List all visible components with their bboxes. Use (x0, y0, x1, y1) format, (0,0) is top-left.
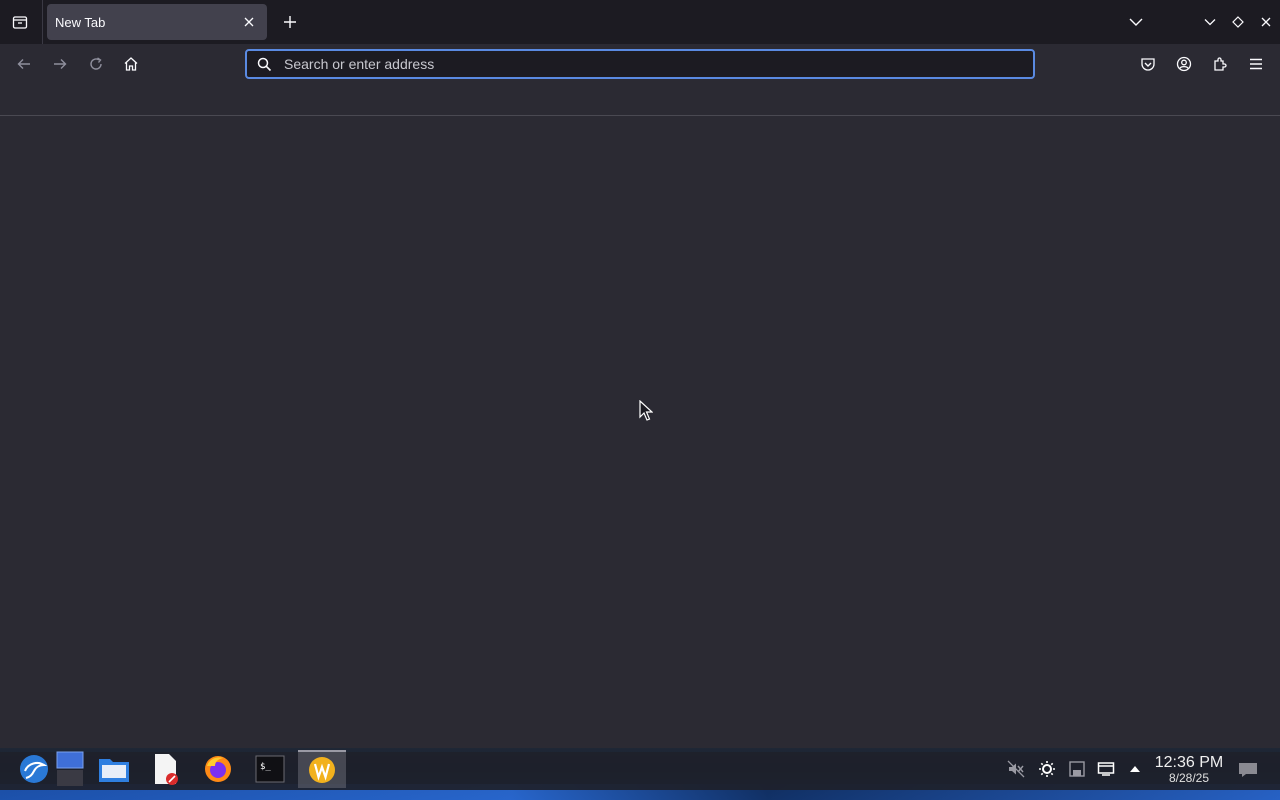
network-button[interactable] (1095, 758, 1117, 780)
terminal-icon: $_ (255, 755, 285, 783)
taskbar: $_ 12:36 PM 8/28/25 (0, 748, 1280, 800)
tray-expand-button[interactable] (1124, 758, 1146, 780)
diamond-icon (1232, 16, 1244, 28)
network-wired-icon (1097, 762, 1115, 776)
plus-icon (284, 16, 296, 28)
close-window-button[interactable] (1255, 11, 1277, 33)
arrow-right-icon (54, 59, 67, 69)
brightness-icon (1039, 761, 1055, 777)
back-button[interactable] (8, 48, 40, 80)
workspace-switcher[interactable] (48, 750, 92, 788)
kali-dragon-icon (20, 755, 48, 783)
weather-app-button[interactable] (298, 750, 346, 788)
pocket-button[interactable] (1132, 48, 1164, 80)
svg-text:$_: $_ (260, 762, 271, 772)
caret-up-icon (1130, 766, 1140, 772)
list-all-tabs-button[interactable] (1122, 8, 1150, 36)
notification-icon (1239, 763, 1257, 777)
storage-button[interactable] (1066, 758, 1088, 780)
clock-time: 12:36 PM (1154, 754, 1224, 771)
forward-button[interactable] (44, 48, 76, 80)
reload-icon (90, 57, 102, 70)
hamburger-menu-icon (1250, 58, 1262, 70)
pocket-icon (1141, 58, 1155, 71)
chevron-down-icon (1129, 18, 1143, 26)
tab-new-tab[interactable]: New Tab (47, 4, 267, 40)
tab-title: New Tab (55, 14, 106, 30)
tab-close-button[interactable] (239, 12, 259, 32)
account-button[interactable] (1168, 48, 1200, 80)
page-content[interactable] (0, 116, 1280, 748)
text-editor-icon (155, 754, 178, 785)
firefox-view-icon (12, 16, 28, 29)
folder-icon (99, 759, 129, 782)
notifications-button[interactable] (1237, 758, 1259, 780)
minimize-button[interactable] (1199, 11, 1221, 33)
tab-bar: New Tab (0, 0, 1280, 44)
search-icon (257, 57, 272, 71)
bookmarks-toolbar (0, 84, 1280, 115)
volume-muted-button[interactable] (1005, 758, 1027, 780)
home-icon (124, 57, 138, 71)
mouse-cursor-icon (639, 400, 653, 421)
tab-bar-separator (42, 0, 43, 44)
firefox-view-button[interactable] (4, 6, 36, 38)
terminal-button[interactable]: $_ (248, 750, 292, 788)
weather-app-icon (309, 757, 335, 783)
home-button[interactable] (115, 48, 147, 80)
extensions-button[interactable] (1204, 48, 1236, 80)
arrow-left-icon (17, 59, 30, 69)
clock[interactable]: 12:36 PM 8/28/25 (1150, 754, 1228, 785)
close-icon (244, 17, 254, 27)
reload-button[interactable] (80, 48, 112, 80)
new-tab-button[interactable] (276, 8, 304, 36)
app-menu-button[interactable] (1240, 48, 1272, 80)
clock-date: 8/28/25 (1168, 771, 1210, 785)
puzzle-icon (1214, 57, 1227, 71)
taskbar-panel (0, 752, 1280, 790)
firefox-button[interactable] (196, 750, 240, 788)
volume-muted-icon (1007, 760, 1025, 778)
workspace-icon (56, 751, 84, 786)
account-icon (1176, 56, 1192, 72)
url-input[interactable] (284, 56, 984, 72)
navigation-toolbar (0, 44, 1280, 84)
disk-icon (1069, 761, 1085, 777)
firefox-icon (205, 756, 231, 782)
file-manager-button[interactable] (92, 750, 136, 788)
brightness-button[interactable] (1036, 758, 1058, 780)
close-icon (1261, 17, 1271, 27)
text-editor-button[interactable] (144, 750, 188, 788)
chevron-down-icon (1204, 19, 1216, 26)
maximize-button[interactable] (1227, 11, 1249, 33)
url-bar[interactable] (245, 49, 1035, 79)
